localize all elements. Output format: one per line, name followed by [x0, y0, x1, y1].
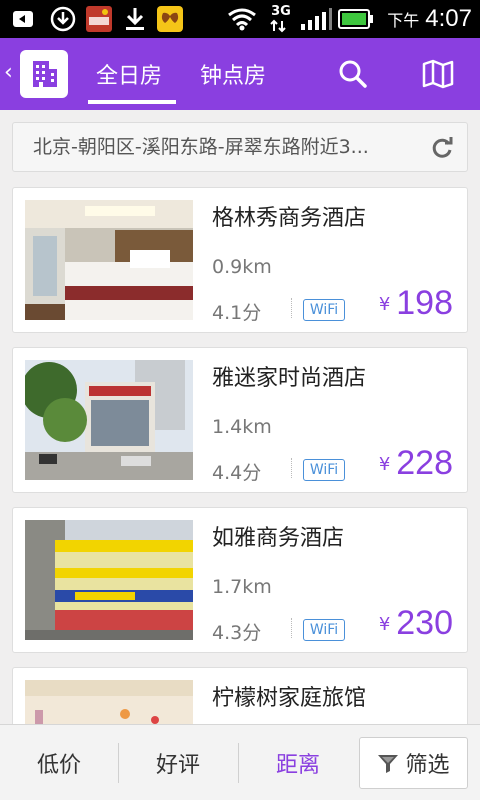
refresh-icon[interactable]	[429, 135, 455, 161]
sort-distance-button[interactable]: 距离	[239, 725, 357, 800]
wifi-signal-icon	[226, 5, 258, 33]
hotel-distance: 1.4km	[212, 416, 272, 438]
currency-symbol: ¥	[378, 614, 391, 635]
app-notification-icon	[84, 5, 114, 33]
hotel-name: 柠檬树家庭旅馆	[212, 686, 367, 711]
sort-filter-bar: 低价 好评 距离 筛选	[0, 724, 480, 800]
location-bar[interactable]: 北京-朝阳区-溪阳东路-屏翠东路附近3...	[12, 122, 468, 172]
hotel-photo	[25, 520, 193, 640]
hotel-photo	[25, 360, 193, 480]
hotel-rating: 4.3分	[212, 622, 262, 644]
hotel-name: 雅迷家时尚酒店	[212, 366, 367, 391]
app-butterfly-icon	[154, 5, 186, 33]
network-type-label: 3G	[271, 3, 291, 19]
hotel-rating: 4.1分	[212, 302, 262, 324]
back-chevron-icon[interactable]: ‹	[4, 60, 13, 85]
hotel-logo-button[interactable]	[20, 50, 68, 98]
back-notification-icon	[8, 5, 38, 33]
hotel-name: 格林秀商务酒店	[212, 206, 367, 231]
hotel-card[interactable]: 格林秀商务酒店 0.9km 4.1分 WiFi ¥198	[12, 187, 468, 333]
time-ampm: 下午	[387, 11, 420, 30]
hotel-building-icon	[33, 61, 57, 87]
currency-symbol: ¥	[378, 294, 391, 315]
separator	[291, 618, 292, 638]
wifi-badge: WiFi	[303, 459, 345, 481]
separator	[291, 298, 292, 318]
tab-hourly[interactable]: 钟点房	[200, 38, 266, 110]
map-icon[interactable]	[420, 56, 456, 92]
price-value: 230	[396, 604, 453, 642]
separator	[291, 458, 292, 478]
hotel-price: ¥228	[379, 444, 453, 483]
hotel-photo	[25, 200, 193, 320]
hotel-card[interactable]: 如雅商务酒店 1.7km 4.3分 WiFi ¥230	[12, 507, 468, 653]
location-text: 北京-朝阳区-溪阳东路-屏翠东路附近3...	[33, 136, 369, 158]
download-circle-icon	[48, 5, 78, 33]
status-bar: 3G 下午 4:07	[0, 0, 480, 38]
filter-funnel-icon	[378, 755, 399, 773]
cell-signal-icon	[298, 5, 334, 33]
app-header: ‹ 全日房 钟点房	[0, 38, 480, 110]
data-arrows-icon	[268, 18, 288, 34]
hotel-distance: 1.7km	[212, 576, 272, 598]
wifi-badge: WiFi	[303, 619, 345, 641]
currency-symbol: ¥	[378, 454, 391, 475]
sort-low-price-button[interactable]: 低价	[0, 725, 118, 800]
filter-label: 筛选	[405, 753, 450, 778]
price-value: 198	[396, 284, 453, 322]
filter-button[interactable]: 筛选	[359, 737, 468, 789]
battery-icon	[338, 5, 374, 33]
hotel-price: ¥230	[379, 604, 453, 643]
hotel-card[interactable]: 雅迷家时尚酒店 1.4km 4.4分 WiFi ¥228	[12, 347, 468, 493]
hotel-rating: 4.4分	[212, 462, 262, 484]
sort-good-review-button[interactable]: 好评	[119, 725, 237, 800]
hotel-price: ¥198	[379, 284, 453, 323]
download-icon	[120, 5, 150, 33]
time-clock: 4:07	[425, 5, 472, 32]
hotel-distance: 0.9km	[212, 256, 272, 278]
active-tab-indicator	[88, 100, 176, 104]
search-icon[interactable]	[335, 56, 371, 92]
hotel-name: 如雅商务酒店	[212, 526, 345, 551]
wifi-badge: WiFi	[303, 299, 345, 321]
price-value: 228	[396, 444, 453, 482]
